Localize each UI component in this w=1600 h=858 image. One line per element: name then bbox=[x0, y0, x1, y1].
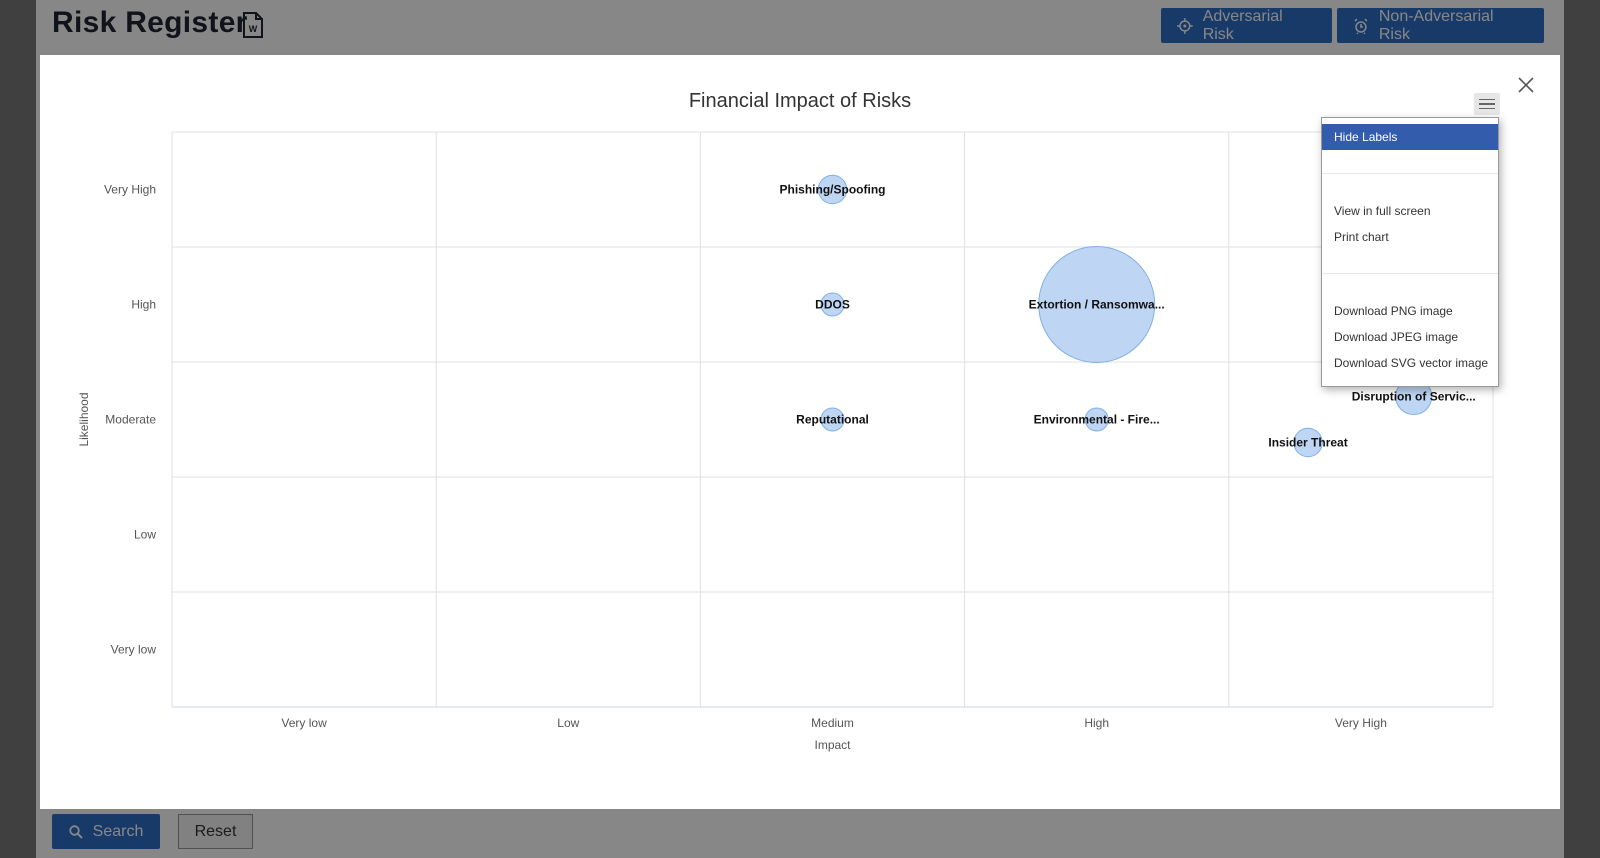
x-axis-title: Impact bbox=[814, 738, 851, 752]
menu-item-download-jpeg[interactable]: Download JPEG image bbox=[1322, 324, 1498, 350]
menu-item-full-screen[interactable]: View in full screen bbox=[1322, 198, 1498, 224]
risk-label: Environmental - Fire... bbox=[1034, 413, 1160, 427]
chart-context-menu: Hide Labels View in full screen Print ch… bbox=[1321, 117, 1499, 387]
menu-item-print-chart[interactable]: Print chart bbox=[1322, 224, 1498, 250]
risk-label: DDOS bbox=[815, 298, 850, 312]
x-tick-label: Very High bbox=[1335, 716, 1387, 730]
menu-separator bbox=[1322, 273, 1498, 274]
x-tick-label: Medium bbox=[811, 716, 854, 730]
menu-item-download-svg[interactable]: Download SVG vector image bbox=[1322, 350, 1498, 376]
y-tick-label: Low bbox=[134, 528, 156, 542]
chart-modal: Financial Impact of Risks Very low Low Med… bbox=[40, 55, 1560, 809]
y-axis-title: Likelihood bbox=[77, 392, 91, 446]
x-tick-label: Very low bbox=[281, 716, 327, 730]
x-tick-label: Low bbox=[557, 716, 579, 730]
risk-label: Extortion / Ransomwa... bbox=[1029, 298, 1165, 312]
y-tick-label: Very low bbox=[111, 643, 157, 657]
menu-item-download-png[interactable]: Download PNG image bbox=[1322, 298, 1498, 324]
y-tick-label: Very High bbox=[104, 183, 156, 197]
y-tick-label: Moderate bbox=[105, 413, 156, 427]
x-tick-label: High bbox=[1084, 716, 1109, 730]
y-tick-label: High bbox=[131, 298, 156, 312]
menu-separator bbox=[1322, 173, 1498, 174]
risk-label: Reputational bbox=[796, 413, 869, 427]
risk-label: Insider Threat bbox=[1268, 436, 1347, 450]
menu-item-hide-labels[interactable]: Hide Labels bbox=[1322, 124, 1498, 150]
hamburger-menu-icon[interactable] bbox=[1474, 93, 1500, 115]
risk-label: Phishing/Spoofing bbox=[780, 183, 886, 197]
risk-label: Disruption of Servic... bbox=[1352, 390, 1476, 404]
